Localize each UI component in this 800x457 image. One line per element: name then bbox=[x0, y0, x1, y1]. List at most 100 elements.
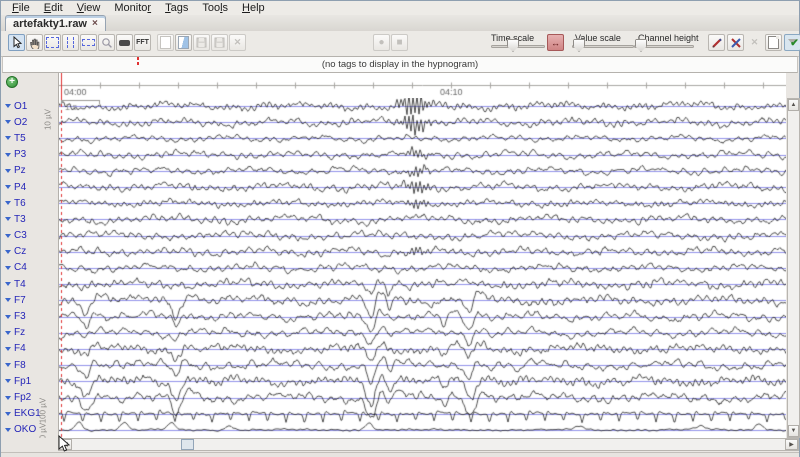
channel-dropdown-icon[interactable] bbox=[5, 250, 11, 254]
channel-name: C4 bbox=[14, 262, 27, 273]
menu-monitor[interactable]: Monitor bbox=[107, 2, 158, 14]
channel-dropdown-icon[interactable] bbox=[5, 201, 11, 205]
channel-name: F3 bbox=[14, 311, 26, 322]
hypnogram-strip[interactable]: (no tags to display in the hypnogram) bbox=[2, 56, 798, 73]
channel-dropdown-icon[interactable] bbox=[5, 266, 11, 270]
pan-hand-button[interactable] bbox=[26, 34, 43, 51]
channel-dropdown-icon[interactable] bbox=[5, 120, 11, 124]
save-as-button[interactable] bbox=[211, 34, 228, 51]
horizontal-scroll-thumb[interactable] bbox=[181, 439, 194, 450]
channel-label-Fp1[interactable]: Fp1 bbox=[1, 373, 58, 389]
menu-tags[interactable]: Tags bbox=[158, 2, 195, 14]
menu-help[interactable]: Help bbox=[235, 2, 272, 14]
menu-view[interactable]: View bbox=[70, 2, 108, 14]
vertical-scrollbar[interactable]: ▲ ▼ bbox=[787, 98, 800, 438]
tab-close-icon[interactable]: × bbox=[92, 19, 98, 29]
fft-button[interactable]: FFT bbox=[134, 34, 151, 51]
channel-label-Cz[interactable]: Cz bbox=[1, 244, 58, 260]
channel-label-Fp2[interactable]: Fp2 bbox=[1, 389, 58, 405]
channel-dropdown-icon[interactable] bbox=[5, 185, 11, 189]
channel-label-T4[interactable]: T4 bbox=[1, 276, 58, 292]
zoom-button[interactable] bbox=[98, 34, 115, 51]
channel-dropdown-icon[interactable] bbox=[5, 428, 11, 432]
channel-height-thumb[interactable] bbox=[635, 39, 647, 52]
signal-content bbox=[59, 73, 786, 438]
channel-dropdown-icon[interactable] bbox=[5, 104, 11, 108]
scroll-right-button[interactable]: ▶ bbox=[785, 439, 798, 450]
channel-label-OKO[interactable]: OKO bbox=[1, 422, 58, 438]
channel-dropdown-icon[interactable] bbox=[5, 298, 11, 302]
channel-dropdown-icon[interactable] bbox=[5, 331, 11, 335]
select-column-button[interactable] bbox=[62, 34, 79, 51]
document-properties-button[interactable] bbox=[765, 34, 782, 51]
horizontal-scrollbar[interactable]: ◀ ▶ bbox=[58, 438, 799, 451]
blank-page-icon bbox=[160, 36, 171, 49]
scroll-down-button[interactable]: ▼ bbox=[788, 425, 799, 437]
channel-dropdown-icon[interactable] bbox=[5, 169, 11, 173]
channel-name: Fz bbox=[14, 327, 25, 338]
channel-name: F8 bbox=[14, 360, 26, 371]
channel-name: Fp2 bbox=[14, 392, 31, 403]
channel-label-EKG1[interactable]: EKG1 bbox=[1, 406, 58, 422]
channel-label-C3[interactable]: C3 bbox=[1, 228, 58, 244]
stop-button[interactable]: ■ bbox=[391, 34, 408, 51]
close-document-button[interactable]: ✕ bbox=[229, 34, 246, 51]
channel-dropdown-icon[interactable] bbox=[5, 234, 11, 238]
channel-dropdown-icon[interactable] bbox=[5, 282, 11, 286]
new-document-button[interactable] bbox=[157, 34, 174, 51]
channel-label-F4[interactable]: F4 bbox=[1, 341, 58, 357]
column-select-icon bbox=[67, 37, 74, 48]
channel-dropdown-icon[interactable] bbox=[5, 379, 11, 383]
value-scale-thumb[interactable] bbox=[573, 39, 585, 52]
channel-dropdown-icon[interactable] bbox=[5, 315, 11, 319]
hypnogram-position-marker bbox=[137, 57, 139, 67]
menu-edit[interactable]: Edit bbox=[37, 2, 70, 14]
save-button[interactable] bbox=[193, 34, 210, 51]
channel-dropdown-icon[interactable] bbox=[5, 217, 11, 221]
channel-dropdown-icon[interactable] bbox=[5, 136, 11, 140]
select-row-button[interactable] bbox=[80, 34, 97, 51]
scroll-up-button[interactable]: ▲ bbox=[788, 99, 799, 111]
time-scale-thumb[interactable] bbox=[507, 39, 519, 52]
montage-tools-button[interactable] bbox=[727, 34, 744, 51]
filters-toggle[interactable]: ✔ bbox=[784, 34, 800, 51]
channel-name: Pz bbox=[14, 165, 26, 176]
channel-label-F3[interactable]: F3 bbox=[1, 308, 58, 324]
right-arrow-icon: ▶ bbox=[789, 441, 794, 448]
channel-name: EKG1 bbox=[14, 408, 41, 419]
channel-label-P3[interactable]: P3 bbox=[1, 147, 58, 163]
channel-label-F7[interactable]: F7 bbox=[1, 292, 58, 308]
time-ruler[interactable] bbox=[59, 73, 786, 98]
row-select-icon bbox=[82, 39, 95, 46]
select-block-button[interactable] bbox=[44, 34, 61, 51]
channel-label-P4[interactable]: P4 bbox=[1, 179, 58, 195]
menu-tools[interactable]: Tools bbox=[195, 2, 235, 14]
channel-dropdown-icon[interactable] bbox=[5, 153, 11, 157]
channel-height-label: Channel height bbox=[638, 33, 699, 43]
channel-dropdown-icon[interactable] bbox=[5, 412, 11, 416]
select-arrow-button[interactable] bbox=[8, 34, 25, 51]
channel-dropdown-icon[interactable] bbox=[5, 347, 11, 351]
remove-x-icon: ✕ bbox=[751, 37, 759, 48]
channel-dropdown-icon[interactable] bbox=[5, 396, 11, 400]
channel-label-F8[interactable]: F8 bbox=[1, 357, 58, 373]
channel-label-Pz[interactable]: Pz bbox=[1, 163, 58, 179]
remove-button[interactable]: ✕ bbox=[746, 34, 763, 51]
signal-plot[interactable] bbox=[59, 98, 786, 438]
channel-label-C4[interactable]: C4 bbox=[1, 260, 58, 276]
channel-label-T3[interactable]: T3 bbox=[1, 211, 58, 227]
record-button[interactable]: ● bbox=[373, 34, 390, 51]
channel-name: O2 bbox=[14, 117, 27, 128]
document-icon bbox=[768, 36, 779, 49]
tab-artefakty1[interactable]: artefakty1.raw × bbox=[5, 15, 106, 31]
channel-label-T6[interactable]: T6 bbox=[1, 195, 58, 211]
channel-dropdown-icon[interactable] bbox=[5, 363, 11, 367]
add-channel-button[interactable]: + bbox=[6, 76, 18, 88]
fit-page-toggle[interactable]: ↔ bbox=[547, 34, 564, 51]
menu-file[interactable]: File bbox=[5, 2, 37, 14]
channel-label-Fz[interactable]: Fz bbox=[1, 325, 58, 341]
measure-button[interactable] bbox=[116, 34, 133, 51]
tag-document-button[interactable] bbox=[175, 34, 192, 51]
ruler-icon bbox=[119, 40, 130, 46]
edit-montage-button[interactable] bbox=[708, 34, 725, 51]
